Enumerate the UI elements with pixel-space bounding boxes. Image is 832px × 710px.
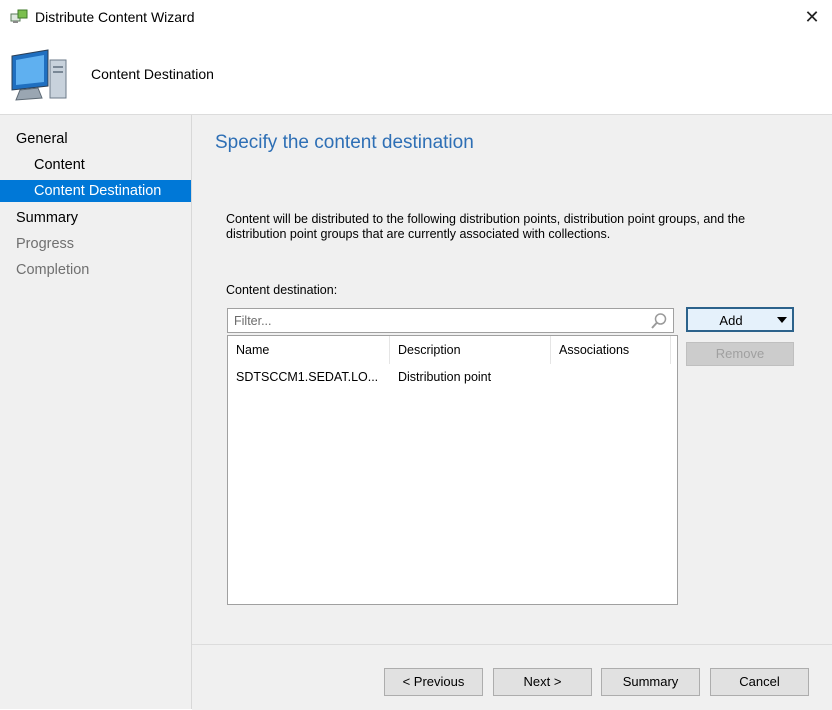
nav-item-completion: Completion — [0, 259, 191, 281]
nav-item-content-destination[interactable]: Content Destination — [0, 180, 191, 202]
title-bar: Distribute Content Wizard ✕ — [0, 0, 832, 36]
destination-list[interactable]: Name Description Associations SDTSCCM1.S… — [227, 335, 678, 605]
content-destination-label: Content destination: — [226, 283, 338, 297]
nav-item-label: Summary — [16, 210, 79, 226]
nav-item-content[interactable]: Content — [0, 154, 191, 176]
description-text: Content will be distributed to the follo… — [226, 212, 746, 241]
column-header-associations[interactable]: Associations — [551, 336, 671, 364]
nav-item-label: Completion — [16, 262, 90, 278]
add-button-label: Add — [719, 313, 743, 328]
header-title: Content Destination — [91, 66, 214, 82]
summary-button[interactable]: Summary — [601, 668, 700, 696]
nav-item-label: General — [16, 131, 68, 147]
search-icon[interactable] — [650, 312, 668, 330]
next-button[interactable]: Next > — [493, 668, 592, 696]
chevron-down-icon — [777, 317, 787, 323]
nav-item-progress: Progress — [0, 233, 191, 255]
list-header: Name Description Associations — [228, 336, 677, 364]
nav-item-summary[interactable]: Summary — [0, 207, 191, 229]
close-button[interactable]: ✕ — [798, 4, 826, 30]
nav-item-label: Content Destination — [34, 183, 162, 199]
wizard-header: Content Destination — [0, 36, 832, 115]
previous-button[interactable]: < Previous — [384, 668, 483, 696]
wizard-nav: General Content Content Destination Summ… — [0, 115, 192, 709]
window-title: Distribute Content Wizard — [35, 9, 195, 25]
nav-item-label: Content — [34, 157, 85, 173]
filter-input[interactable] — [232, 309, 636, 333]
page-title: Specify the content destination — [215, 132, 474, 153]
nav-item-general[interactable]: General — [0, 128, 191, 150]
filter-box — [227, 308, 674, 333]
column-header-name[interactable]: Name — [228, 336, 390, 364]
table-row[interactable]: SDTSCCM1.SEDAT.LO... Distribution point — [228, 366, 677, 388]
main-panel: Specify the content destination Content … — [192, 115, 832, 644]
cell-description: Distribution point — [398, 370, 492, 384]
wizard-footer: < Previous Next > Summary Cancel — [192, 644, 832, 710]
cancel-button[interactable]: Cancel — [710, 668, 809, 696]
computer-icon — [8, 46, 70, 108]
wizard-app-icon — [10, 9, 28, 25]
nav-item-label: Progress — [16, 236, 75, 252]
remove-button: Remove — [686, 342, 794, 366]
column-header-description[interactable]: Description — [390, 336, 551, 364]
add-button[interactable]: Add — [686, 307, 794, 332]
cell-name: SDTSCCM1.SEDAT.LO... — [236, 370, 379, 384]
